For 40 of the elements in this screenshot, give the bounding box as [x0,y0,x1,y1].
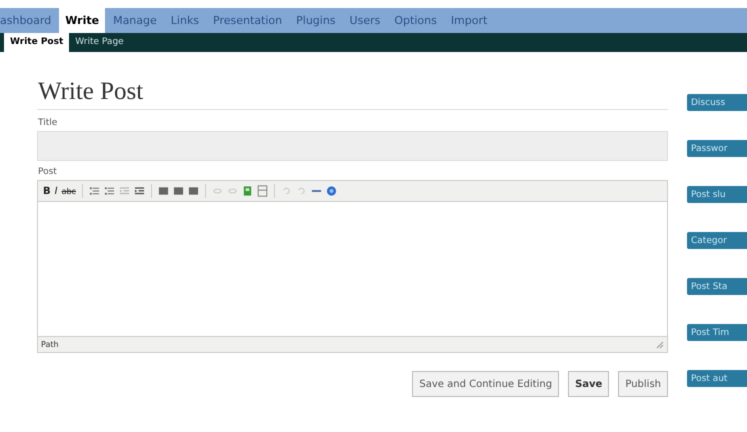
form-button[interactable]: Save and Continue Editing [412,371,560,397]
form-button[interactable]: Save [568,371,610,397]
form-button[interactable]: Publish [618,371,668,397]
panel-toggle[interactable]: Post slu [687,186,747,203]
help-icon[interactable] [326,185,337,197]
path-label: Path [41,340,59,349]
panel-toggle[interactable]: Discuss [687,94,747,111]
menu-tab[interactable]: ashboard [0,8,58,33]
title-field[interactable] [37,131,668,161]
menu-tab[interactable]: Import [444,8,494,33]
submenu-tab[interactable]: Write Post [4,33,70,52]
menu-tab[interactable]: Links [164,8,206,33]
page-heading: Write Post [38,78,144,106]
post-editor[interactable]: B I abc Path [37,180,668,353]
menu-tab[interactable]: Presentation [207,8,288,33]
bold-button[interactable]: B [43,186,51,196]
panel-toggle[interactable]: Post Sta [687,278,747,295]
field-label: Title [38,118,58,128]
page-break-icon[interactable] [256,185,268,197]
menu-tab[interactable]: Manage [107,8,163,33]
field-label: Post [38,167,58,177]
menu-tab[interactable]: Users [344,8,386,33]
align-icon[interactable] [158,185,169,197]
panel-toggle[interactable]: Categor [687,232,747,249]
panel-toggle[interactable]: Post aut [687,370,747,387]
menu-tab[interactable]: Options [388,8,443,33]
align-icon[interactable] [188,185,199,197]
align-icon[interactable] [172,185,184,197]
image-icon[interactable] [242,185,253,197]
list-icon[interactable] [88,185,100,197]
resize-grip-icon[interactable] [656,340,664,348]
panel-toggle[interactable]: Post Tim [687,324,747,341]
submenu-tab[interactable]: Write Page [69,33,130,52]
list-icon[interactable] [104,185,115,197]
menu-tab[interactable]: Write [59,8,106,33]
panel-toggle[interactable]: Passwor [687,140,747,157]
indent-icon[interactable] [134,185,145,197]
strikethrough-button[interactable]: abc [62,186,76,196]
italic-button[interactable]: I [54,186,58,196]
menu-tab[interactable]: Plugins [290,8,342,33]
